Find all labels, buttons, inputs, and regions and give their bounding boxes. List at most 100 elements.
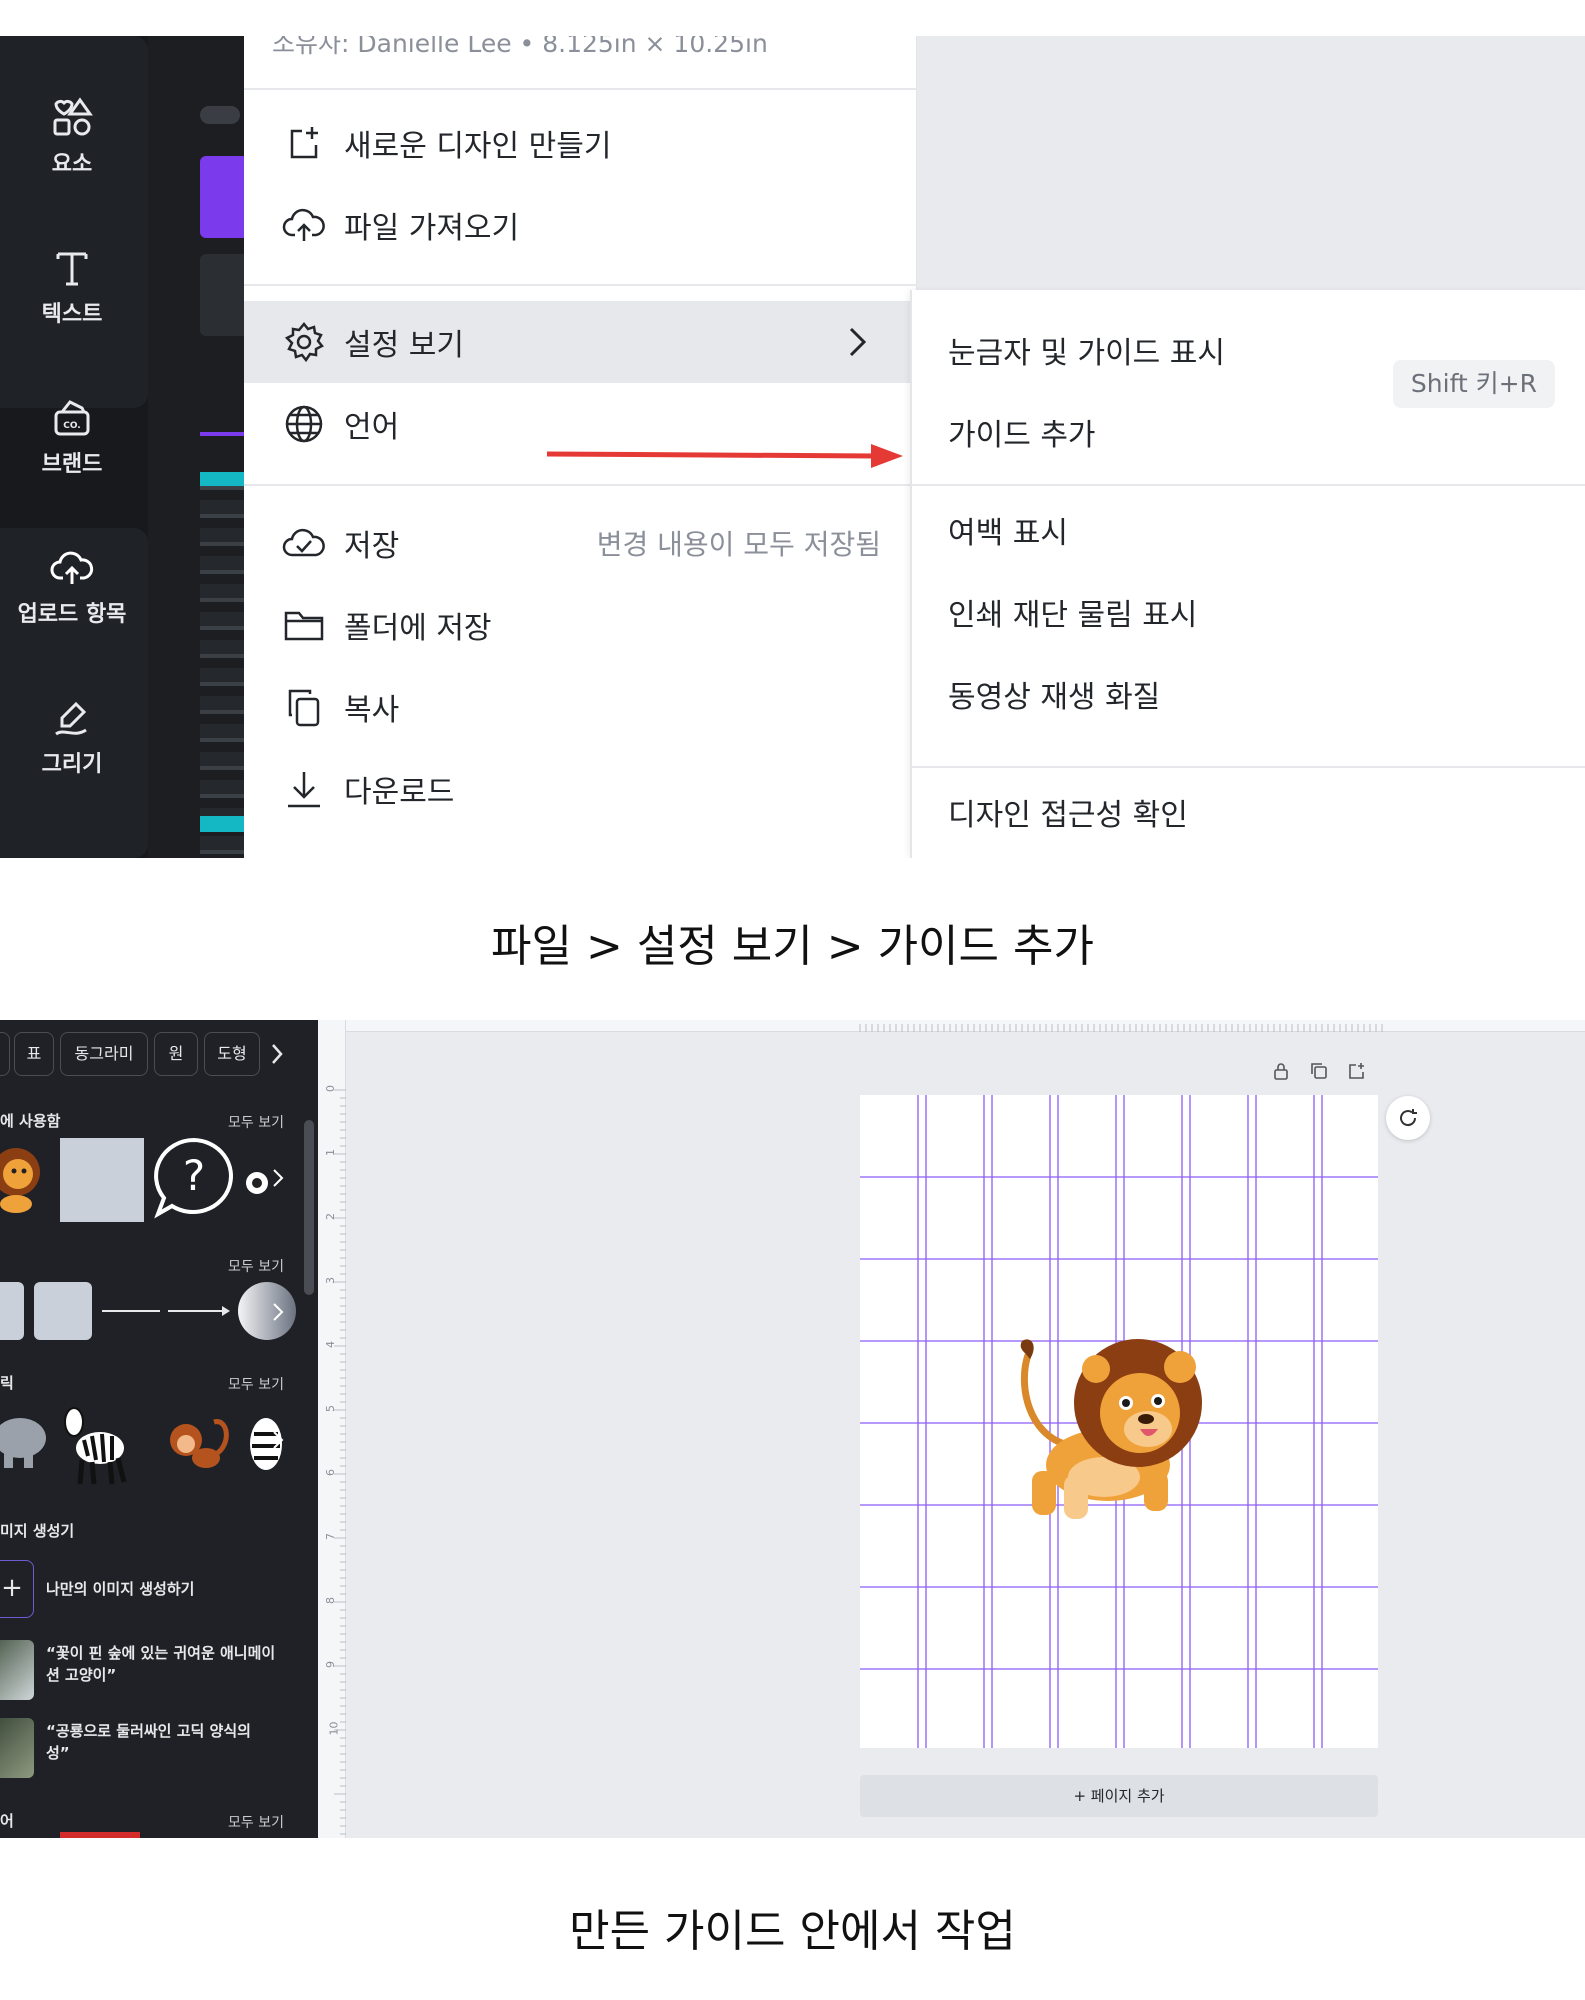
shortcut-badge: Shift 키+R xyxy=(1392,360,1555,408)
chevron-right-icon[interactable] xyxy=(270,1042,284,1066)
canvas-background xyxy=(917,36,1585,290)
menu-item-label: 복사 xyxy=(344,693,400,728)
lion-thumbnail[interactable] xyxy=(0,1138,50,1218)
sidebar-item-elements[interactable]: 요소 xyxy=(0,96,144,178)
submenu-item-show-print-bleed[interactable]: 인쇄 재단 물림 표시 xyxy=(948,586,1197,646)
sidebar-item-uploads[interactable]: 업로드 항목 xyxy=(0,546,144,628)
see-all-link[interactable]: 모두 보기 xyxy=(228,1112,284,1132)
chip-diagram[interactable]: 동그라미 xyxy=(60,1032,148,1076)
submenu-item-show-margins[interactable]: 여백 표시 xyxy=(948,504,1068,564)
submenu-item-video-quality[interactable]: 동영상 재생 화질 xyxy=(948,668,1160,728)
thumbnail-accent xyxy=(200,472,244,486)
sidebar-item-text[interactable]: 텍스트 xyxy=(0,246,144,328)
sidebar-item-label: 그리기 xyxy=(41,752,103,777)
upload-icon xyxy=(50,551,94,584)
menu-divider xyxy=(244,484,917,486)
ruler-number: 0 xyxy=(324,1085,337,1092)
ruler-number: 10 xyxy=(327,1721,341,1736)
menu-item-label: 언어 xyxy=(344,410,400,445)
refresh-icon xyxy=(1400,1109,1417,1127)
gear-icon xyxy=(284,322,324,363)
sidebar-item-draw[interactable]: 그리기 xyxy=(0,696,144,778)
chip-shape[interactable]: 도형 xyxy=(204,1032,260,1076)
menu-item-label: 저장 xyxy=(344,529,400,564)
arrow-line-thumbnail[interactable] xyxy=(168,1302,232,1320)
ruler-number: 3 xyxy=(324,1277,337,1284)
see-all-link[interactable]: 모두 보기 xyxy=(228,1256,284,1276)
button-fragment xyxy=(200,254,244,336)
ruler-number: 8 xyxy=(324,1597,337,1604)
chevron-right-icon[interactable] xyxy=(272,1302,284,1322)
create-image-label[interactable]: 나만의 이미지 생성하기 xyxy=(46,1578,194,1600)
chip-table[interactable]: 표 xyxy=(14,1032,54,1076)
copy-icon xyxy=(288,689,320,727)
chevron-right-icon[interactable] xyxy=(272,1430,284,1450)
eye-sticker-thumbnail[interactable] xyxy=(246,1172,268,1194)
view-settings-submenu: 눈금자 및 가이드 표시 Shift 키+R 가이드 추가 여백 표시 인쇄 재… xyxy=(910,290,1585,858)
menu-item-download[interactable]: 다운로드 xyxy=(244,748,917,830)
brand-icon: CO. xyxy=(54,400,90,436)
question-bubble-icon[interactable]: ? xyxy=(152,1136,236,1220)
square-shape-thumbnail[interactable] xyxy=(60,1138,144,1222)
gradient-circle-thumbnail[interactable] xyxy=(238,1282,296,1340)
chip-circle[interactable]: 원 xyxy=(154,1032,198,1076)
sidebar-item-label: 텍스트 xyxy=(41,302,103,327)
menu-item-view-settings[interactable]: 설정 보기 xyxy=(244,301,917,383)
folder-icon xyxy=(284,611,324,641)
see-all-link[interactable]: 모두 보기 xyxy=(228,1374,284,1394)
elephant-graphic[interactable] xyxy=(0,1404,54,1474)
guides-canvas-screenshot: 표 동그라미 원 도형 에 사용함 모두 보기 ? 모두 보기 릭 모두 보기 … xyxy=(0,1020,1585,1838)
submenu-item-add-guides[interactable]: 가이드 추가 xyxy=(948,406,1096,466)
design-page[interactable] xyxy=(860,1095,1378,1748)
menu-divider xyxy=(244,88,917,90)
section-title: 에 사용함 xyxy=(0,1112,61,1130)
duplicate-icon[interactable] xyxy=(1308,1060,1330,1082)
menu-item-label: 파일 가져오기 xyxy=(344,211,520,246)
generator-prompt[interactable]: “꽃이 핀 숲에 있는 귀여운 애니메이션 고양이” xyxy=(46,1642,276,1686)
sidebar-item-label: 브랜드 xyxy=(41,452,103,477)
editor-sidebar: 요소 텍스트 CO. 브랜드 업로드 항목 그리기 xyxy=(0,36,148,858)
lion-graphic[interactable] xyxy=(1008,1325,1218,1525)
menu-item-label: 폴더에 저장 xyxy=(344,611,492,646)
panel-scrollbar[interactable] xyxy=(304,1120,314,1295)
purple-button-fragment xyxy=(200,156,244,238)
chip-fragment[interactable] xyxy=(0,1032,10,1076)
ruler-number: 1 xyxy=(324,1149,337,1156)
submenu-item-show-rulers-guides[interactable]: 눈금자 및 가이드 표시 xyxy=(948,324,1225,384)
menu-item-import-file[interactable]: 파일 가져오기 xyxy=(244,184,917,266)
chevron-right-icon xyxy=(849,327,867,357)
thumbnail-accent xyxy=(200,816,244,832)
caption-top: 파일 > 설정 보기 > 가이드 추가 xyxy=(491,921,1094,972)
sidebar-item-label: 요소 xyxy=(51,152,93,177)
line-thumbnail[interactable] xyxy=(102,1310,160,1312)
cat-prompt-thumbnail[interactable] xyxy=(0,1640,34,1700)
section-title: 릭 xyxy=(0,1374,14,1392)
refresh-button[interactable] xyxy=(1386,1096,1430,1140)
zebra-graphic[interactable] xyxy=(58,1400,138,1490)
save-status: 변경 내용이 모두 저장됨 xyxy=(596,528,881,561)
rounded-square-thumbnail[interactable] xyxy=(34,1282,92,1340)
generator-prompt[interactable]: “공룡으로 둘러싸인 고딕 양식의 성” xyxy=(46,1720,276,1764)
add-page-button[interactable]: + 페이지 추가 xyxy=(860,1775,1378,1817)
menu-item-new-design[interactable]: 새로운 디자인 만들기 xyxy=(244,102,917,184)
ruler-number: 7 xyxy=(324,1533,337,1540)
menu-item-save-to-folder[interactable]: 폴더에 저장 xyxy=(244,584,917,666)
submenu-item-accessibility-check[interactable]: 디자인 접근성 확인 xyxy=(948,786,1188,846)
see-all-link[interactable]: 모두 보기 xyxy=(228,1812,284,1832)
download-icon xyxy=(288,772,320,808)
castle-prompt-thumbnail[interactable] xyxy=(0,1718,34,1778)
menu-item-save[interactable]: 저장 변경 내용이 모두 저장됨 xyxy=(244,502,917,584)
shape-thumbnail[interactable] xyxy=(0,1282,24,1340)
menu-item-copy[interactable]: 복사 xyxy=(244,666,917,748)
section-title: 미지 생성기 xyxy=(0,1522,75,1540)
elements-panel: 표 동그라미 원 도형 에 사용함 모두 보기 ? 모두 보기 릭 모두 보기 … xyxy=(0,1020,318,1838)
globe-icon xyxy=(285,405,323,443)
chevron-right-icon[interactable] xyxy=(272,1168,284,1188)
lock-icon[interactable] xyxy=(1270,1060,1292,1082)
create-image-button[interactable]: + xyxy=(0,1560,34,1618)
monkey-graphic[interactable] xyxy=(156,1404,236,1484)
plus-icon: + xyxy=(1,1573,23,1603)
add-page-icon[interactable] xyxy=(1346,1060,1368,1082)
sidebar-item-brand[interactable]: CO. 브랜드 xyxy=(0,396,144,478)
zebra-head-graphic[interactable] xyxy=(244,1410,284,1490)
